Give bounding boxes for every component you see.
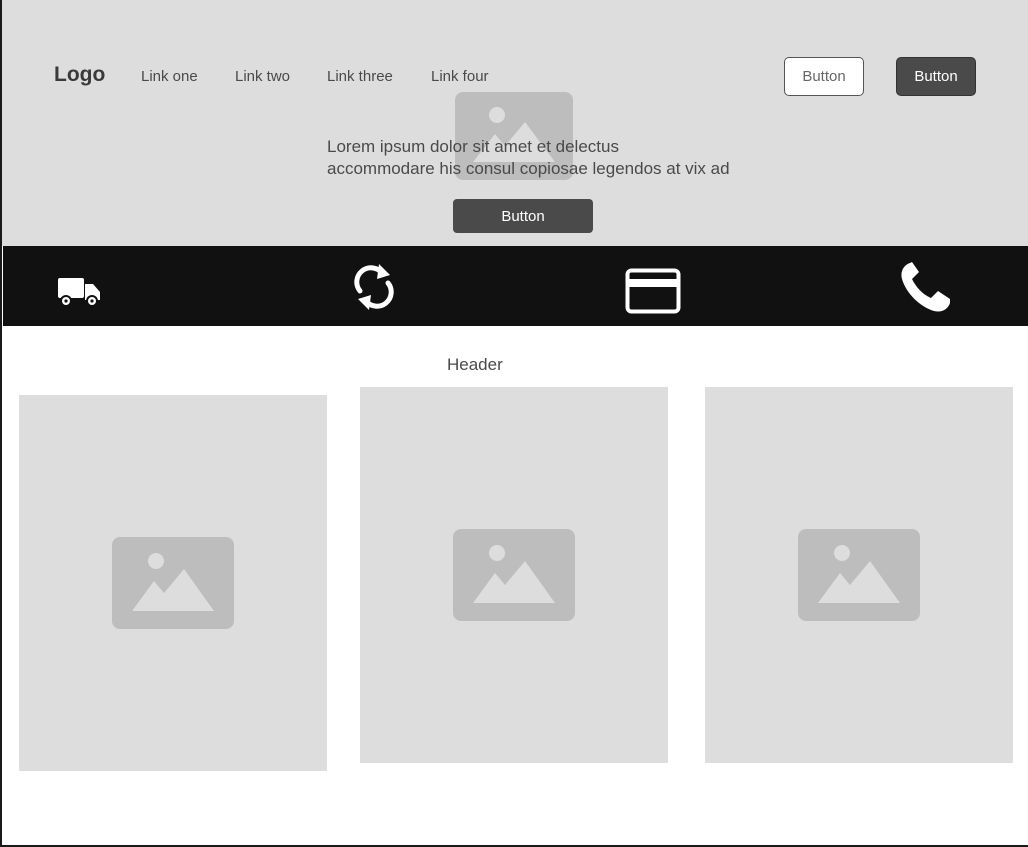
card-1[interactable] (19, 395, 327, 771)
page: Logo Link one Link two Link three Link f… (0, 0, 1028, 847)
secondary-button[interactable]: Button (784, 57, 864, 96)
hero-text-line-1: Lorem ipsum dolor sit amet et delectus (327, 137, 619, 156)
primary-button[interactable]: Button (896, 57, 976, 96)
nav-link-two[interactable]: Link two (235, 68, 290, 85)
phone-icon (901, 262, 950, 312)
image-placeholder-icon (132, 553, 214, 611)
credit-card-icon (625, 268, 681, 314)
nav-link-one[interactable]: Link one (141, 68, 198, 85)
image-placeholder-icon (473, 545, 555, 603)
section-header: Header (447, 355, 503, 374)
image-placeholder-icon (818, 545, 900, 603)
feature-bar (3, 246, 1028, 326)
hero-section: Logo Link one Link two Link three Link f… (2, 0, 1028, 246)
refresh-icon (354, 264, 394, 310)
card-2[interactable] (360, 387, 668, 763)
nav-link-four[interactable]: Link four (431, 68, 489, 85)
hero-text-line-2: accommodare his consul copiosae legendos… (327, 159, 730, 178)
logo[interactable]: Logo (54, 63, 105, 87)
card-image-placeholder (453, 529, 575, 621)
nav-link-three[interactable]: Link three (327, 68, 393, 85)
hero-cta-button[interactable]: Button (453, 199, 593, 233)
hero-text: Lorem ipsum dolor sit amet et delectus a… (327, 136, 787, 180)
truck-icon (58, 278, 100, 307)
card-3[interactable] (705, 387, 1013, 763)
card-image-placeholder (112, 537, 234, 629)
card-image-placeholder (798, 529, 920, 621)
